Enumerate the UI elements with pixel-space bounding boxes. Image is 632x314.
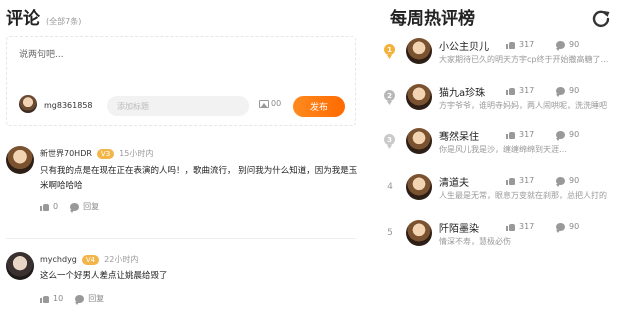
ranking-item[interactable]: 4 清道夫 317 90 人生最是无常，眼息万变就在刹那，总把人打的 <box>378 172 632 208</box>
ranking-item[interactable]: 1 小公主贝儿 317 90 大家期待已久的明天方宇cp终于开始撒高糖了… <box>378 36 632 72</box>
ranking-comment-text[interactable]: 大家期待已久的明天方宇cp终于开始撒高糖了… <box>439 54 629 65</box>
avatar[interactable] <box>406 220 432 246</box>
comment-textarea[interactable]: 说两句吧... <box>19 47 64 60</box>
ranking-likes: 317 <box>506 86 534 95</box>
comment-count: 90 <box>569 86 580 95</box>
comment-count: 90 <box>569 222 580 231</box>
rank-number: 5 <box>387 228 393 238</box>
thumb-up-icon[interactable] <box>506 223 515 231</box>
thumb-up-icon[interactable] <box>506 87 515 95</box>
weekly-ranking: 每周热评榜 1 小公主贝儿 317 90 大家期待已久的明天方宇cp终于开始撒高糖了… 2… <box>378 0 632 314</box>
title-input[interactable] <box>107 96 249 116</box>
composer-username: mg8361858 <box>44 101 93 110</box>
comment-count: 90 <box>569 176 580 185</box>
thumb-up-icon[interactable] <box>40 295 49 303</box>
comment-actions: 0 回复 <box>40 201 99 213</box>
ranking-comments: 90 <box>556 130 580 141</box>
vip-badge: V4 <box>81 254 100 265</box>
image-count: 00 <box>271 99 282 108</box>
vip-badge: V3 <box>96 148 115 159</box>
silver-medal-icon: 2 <box>384 90 395 101</box>
comments-header: 评论 (全部7条) <box>6 4 81 29</box>
ranking-username[interactable]: 阡陌墨染 <box>439 220 479 235</box>
ranking-likes: 317 <box>506 130 534 139</box>
comment-actions: 10 回复 <box>40 293 104 305</box>
comment-item: mychdyg V4 22小时内 这么一个好男人差点让姚晨给毁了 10 回复 <box>6 252 356 308</box>
comment-bubble-icon[interactable] <box>556 130 565 141</box>
comment-composer: 说两句吧... mg8361858 00 发布 <box>6 36 356 126</box>
thumb-up-icon[interactable] <box>506 41 515 49</box>
refresh-icon[interactable] <box>591 8 611 28</box>
ranking-username[interactable]: 清道夫 <box>439 174 469 189</box>
ranking-comments: 90 <box>556 40 580 51</box>
comments-section: 评论 (全部7条) 说两句吧... mg8361858 00 发布 新世界70H… <box>0 0 362 314</box>
comment-bubble-icon[interactable] <box>70 202 80 213</box>
comment-time: 22小时内 <box>104 255 139 264</box>
comment-username[interactable]: 新世界70HDR <box>40 148 92 159</box>
comments-count: (全部7条) <box>46 17 82 26</box>
like-count: 317 <box>519 130 535 139</box>
ranking-username[interactable]: 猫九a珍珠 <box>439 84 485 99</box>
avatar[interactable] <box>6 252 34 280</box>
ranking-item[interactable]: 2 猫九a珍珠 317 90 方宇爷爷，谁明寺妈妈，两人闹哄呢，洗洗睡吧 <box>378 82 632 118</box>
comment-count: 90 <box>569 130 580 139</box>
ranking-comment-text[interactable]: 方宇爷爷，谁明寺妈妈，两人闹哄呢，洗洗睡吧 <box>439 100 629 111</box>
comment-username[interactable]: mychdyg <box>40 255 77 264</box>
comment-text: 这么一个好男人差点让姚晨给毁了 <box>40 271 168 281</box>
ranking-title: 每周热评榜 <box>390 9 475 29</box>
avatar[interactable] <box>406 38 432 64</box>
bronze-medal-icon: 3 <box>384 134 395 145</box>
ranking-likes: 317 <box>506 176 534 185</box>
comment-count: 90 <box>569 40 580 49</box>
avatar[interactable] <box>406 84 432 110</box>
rank-number: 4 <box>387 182 393 192</box>
add-image-button[interactable]: 00 <box>259 99 281 108</box>
comment-bubble-icon[interactable] <box>556 176 565 187</box>
like-count: 10 <box>53 294 64 303</box>
reply-button[interactable]: 回复 <box>83 201 99 212</box>
ranking-likes: 317 <box>506 40 534 49</box>
ranking-comment-text[interactable]: 情深不寿，慧极必伤 <box>439 236 629 247</box>
comment-meta: mychdyg V4 22小时内 <box>40 254 138 265</box>
reply-button[interactable]: 回复 <box>88 293 104 304</box>
ranking-comments: 90 <box>556 86 580 97</box>
comment-item: 新世界70HDR V3 15小时内 只有我的点是在现在正在表演的人吗！，歌曲流行… <box>6 146 357 216</box>
comment-text: 只有我的点是在现在正在表演的人吗！，歌曲流行， 别问我为什么知道，因为我是玉米啊… <box>40 166 358 191</box>
ranking-comment-text[interactable]: 人生最是无常，眼息万变就在刹那，总把人打的 <box>439 190 629 201</box>
comment-bubble-icon[interactable] <box>556 222 565 233</box>
comment-bubble-icon[interactable] <box>556 86 565 97</box>
gold-medal-icon: 1 <box>384 44 395 55</box>
comment-bubble-icon[interactable] <box>75 294 85 305</box>
like-count: 317 <box>519 176 535 185</box>
ranking-comments: 90 <box>556 176 580 187</box>
like-count: 317 <box>519 86 535 95</box>
ranking-item[interactable]: 3 骞然呆住 317 90 你是风儿我是沙，缠缠绵绵到天涯… <box>378 126 632 162</box>
image-icon <box>259 99 269 108</box>
comment-time: 15小时内 <box>119 149 154 158</box>
comment-meta: 新世界70HDR V3 15小时内 <box>40 148 153 159</box>
like-count: 317 <box>519 222 535 231</box>
ranking-item[interactable]: 5 阡陌墨染 317 90 情深不寿，慧极必伤 <box>378 218 632 254</box>
like-count: 317 <box>519 40 535 49</box>
ranking-likes: 317 <box>506 222 534 231</box>
divider <box>6 238 356 239</box>
avatar <box>19 95 37 113</box>
avatar[interactable] <box>6 146 34 174</box>
ranking-username[interactable]: 骞然呆住 <box>439 128 479 143</box>
publish-button[interactable]: 发布 <box>293 96 345 117</box>
thumb-up-icon[interactable] <box>506 131 515 139</box>
ranking-comments: 90 <box>556 222 580 233</box>
avatar[interactable] <box>406 174 432 200</box>
thumb-up-icon[interactable] <box>40 203 49 211</box>
comments-title: 评论 <box>6 9 40 29</box>
ranking-comment-text[interactable]: 你是风儿我是沙，缠缠绵绵到天涯… <box>439 144 629 155</box>
ranking-username[interactable]: 小公主贝儿 <box>439 38 489 53</box>
like-count: 0 <box>53 202 59 211</box>
thumb-up-icon[interactable] <box>506 177 515 185</box>
avatar[interactable] <box>406 128 432 154</box>
comment-bubble-icon[interactable] <box>556 40 565 51</box>
